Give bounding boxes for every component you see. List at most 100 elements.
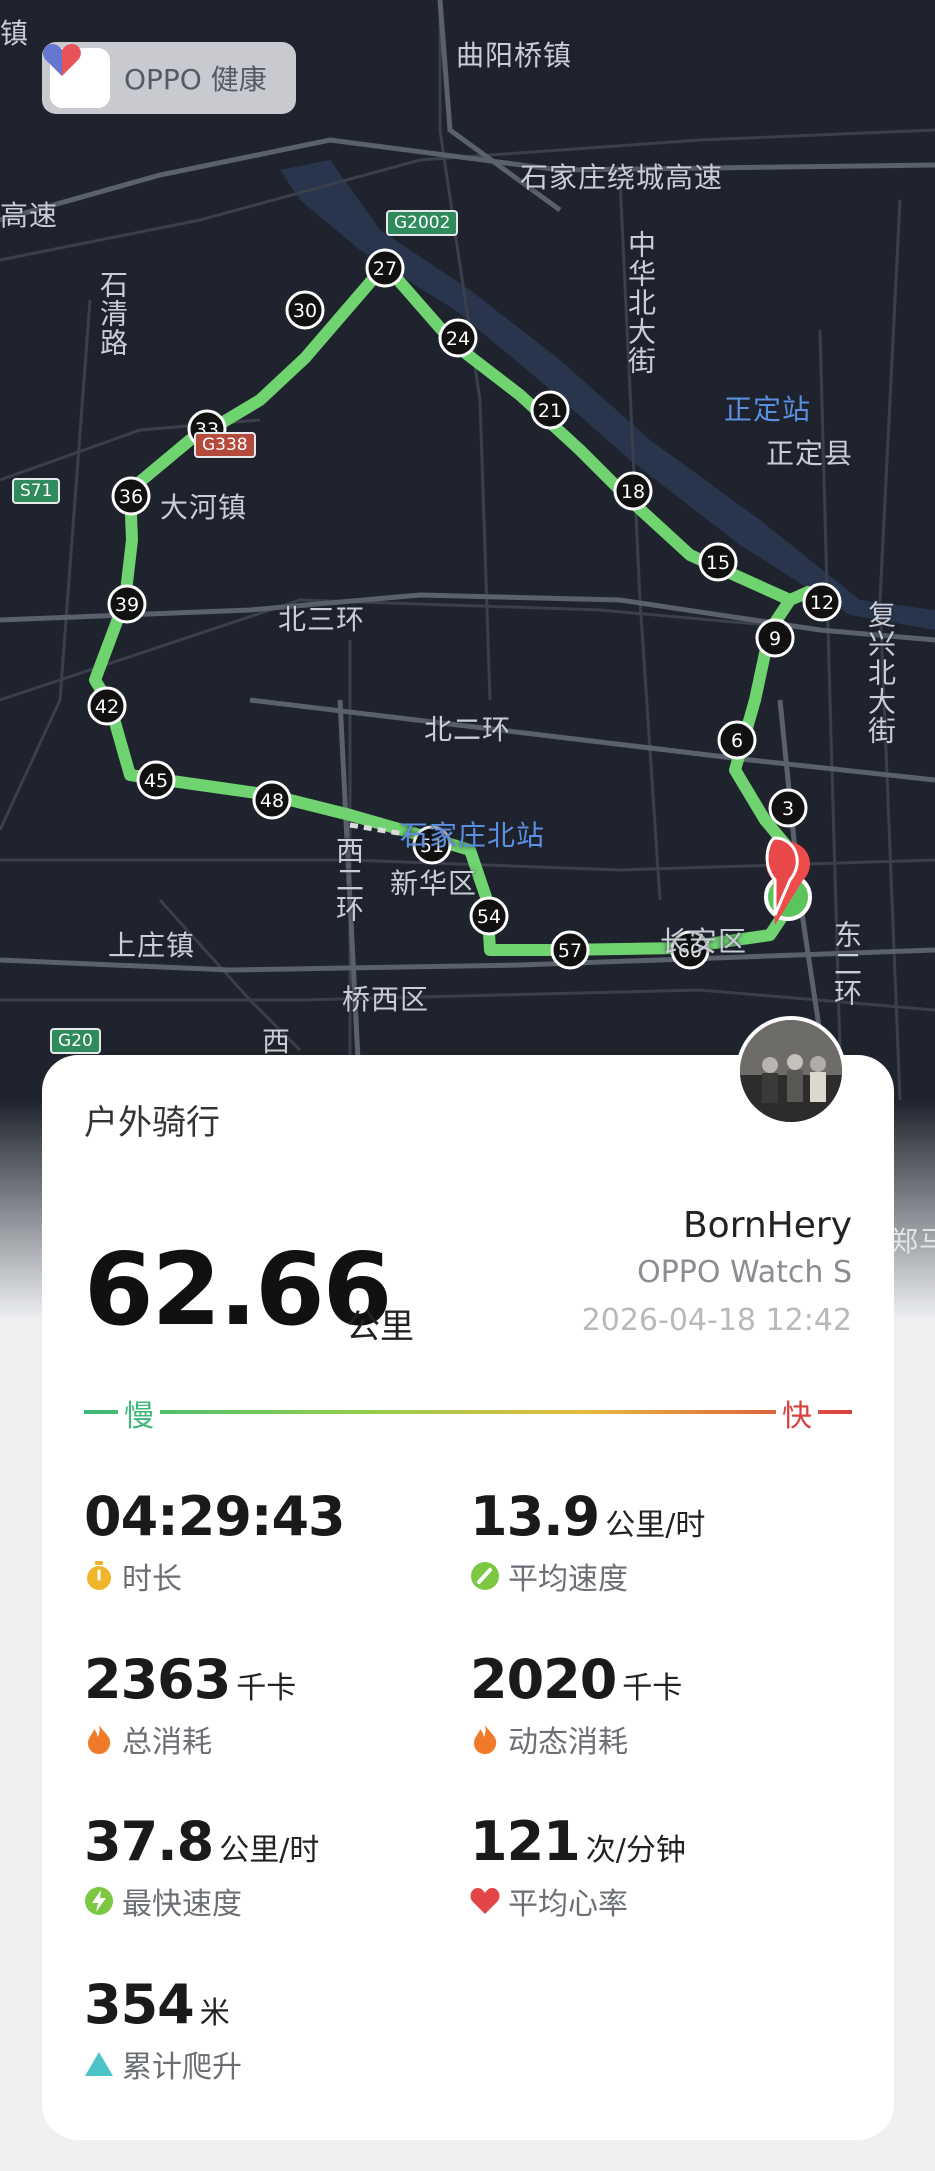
highway-shield: G338	[194, 432, 256, 458]
stat-active-cal: 2020 千卡 动态消耗	[470, 1648, 682, 1761]
svg-text:57: 57	[558, 940, 582, 962]
stat-unit: 千卡	[236, 1671, 297, 1706]
user-avatar[interactable]	[736, 1016, 846, 1126]
svg-text:21: 21	[538, 400, 562, 422]
km-marker: 42	[87, 686, 127, 726]
km-marker: 18	[613, 471, 653, 511]
highway-shield: G2002	[386, 210, 459, 236]
workout-datetime: 2026-04-18 12:42	[581, 1303, 852, 1338]
stat-label: 时长	[122, 1562, 182, 1597]
svg-text:18: 18	[621, 481, 645, 503]
flame-icon	[84, 1724, 114, 1754]
svg-text:15: 15	[706, 552, 730, 574]
stat-avg-speed: 13.9 公里/时 平均速度	[470, 1485, 705, 1598]
stat-max-speed: 37.8 公里/时 最快速度	[84, 1810, 319, 1923]
speed-legend: 慢 快	[84, 1391, 852, 1435]
triangle-icon	[84, 2049, 114, 2079]
stat-duration: 04:29:43 时长	[84, 1485, 351, 1598]
map-label: 曲阳桥镇	[456, 39, 573, 72]
km-marker: 12	[802, 582, 842, 622]
speed-gradient	[84, 1410, 852, 1414]
stat-value: 13.9	[470, 1485, 600, 1548]
fast-label: 快	[776, 1391, 818, 1435]
stat-value: 354	[84, 1973, 195, 2036]
map-label: 上庄镇	[108, 929, 196, 962]
km-marker: 21	[530, 390, 570, 430]
km-marker: 3	[768, 788, 808, 828]
km-marker: 54	[469, 896, 509, 936]
stat-label: 动态消耗	[508, 1725, 628, 1760]
map-label: 复兴北大街	[864, 600, 897, 745]
distance-value: 62.66	[84, 1231, 392, 1348]
svg-text:36: 36	[119, 486, 143, 508]
km-marker: 45	[136, 760, 176, 800]
svg-text:9: 9	[769, 628, 781, 650]
heart-icon	[470, 1886, 500, 1916]
svg-text:30: 30	[293, 300, 317, 322]
stat-avg-hr: 121 次/分钟 平均心率	[470, 1810, 686, 1923]
highway-shield: G20	[50, 1028, 101, 1054]
lightning-icon	[84, 1886, 114, 1916]
stat-ascent: 354 米 累计爬升	[84, 1973, 242, 2086]
km-marker: 30	[285, 290, 325, 330]
svg-text:48: 48	[260, 790, 284, 812]
map-label: 大河镇	[160, 491, 248, 524]
stat-value: 121	[470, 1810, 581, 1873]
map-label: 西二环	[332, 836, 365, 923]
speedometer-icon	[470, 1561, 500, 1591]
distance-unit: 公里	[346, 1307, 414, 1347]
svg-text:42: 42	[95, 696, 119, 718]
map-label: 石清路	[96, 270, 129, 357]
map-label: 中华北大街	[624, 230, 657, 375]
km-marker: 6	[717, 720, 757, 760]
map-label: 新华区	[390, 867, 478, 900]
user-name: BornHery	[682, 1205, 852, 1246]
map-label: 石家庄绕城高速	[520, 161, 724, 194]
device-name: OPPO Watch S	[637, 1255, 852, 1290]
map-label: 石家庄北站	[400, 819, 546, 852]
highway-shield: S71	[12, 478, 61, 504]
map-label: 长安区	[660, 925, 748, 958]
stat-value: 2020	[470, 1648, 617, 1711]
stat-total-cal: 2363 千卡 总消耗	[84, 1648, 296, 1761]
sport-type: 户外骑行	[84, 1103, 220, 1143]
stat-unit: 次/分钟	[585, 1833, 686, 1868]
km-marker: 48	[252, 780, 292, 820]
avatar-photo	[740, 1020, 842, 1122]
km-marker: 9	[755, 618, 795, 658]
stat-unit: 公里/时	[219, 1833, 320, 1868]
map-label: 正定县	[766, 437, 854, 470]
svg-text:27: 27	[373, 258, 397, 280]
workout-card: 户外骑行 62.66 公里 BornHery OPPO Watch S 2026…	[42, 1055, 894, 2140]
map-label: 东二环	[830, 920, 863, 1007]
svg-text:3: 3	[782, 798, 794, 820]
map-label: 西	[262, 1025, 292, 1058]
stat-label: 平均速度	[508, 1562, 628, 1597]
app-badge[interactable]: OPPO 健康	[42, 42, 296, 114]
map-label: 北三环	[278, 603, 366, 636]
svg-text:24: 24	[446, 328, 470, 350]
km-marker: 24	[438, 318, 478, 358]
stat-unit: 千卡	[622, 1671, 683, 1706]
stat-label: 总消耗	[122, 1725, 212, 1760]
map-label: 高速	[0, 199, 59, 232]
stat-value: 04:29:43	[84, 1485, 346, 1548]
km-marker: 57	[550, 930, 590, 970]
svg-text:54: 54	[477, 906, 501, 928]
km-marker: 36	[111, 476, 151, 516]
map-label: 正定站	[724, 393, 812, 426]
km-marker: 15	[698, 542, 738, 582]
map-label: 镇	[0, 17, 30, 50]
slow-label: 慢	[118, 1391, 160, 1435]
stat-value: 2363	[84, 1648, 231, 1711]
svg-text:39: 39	[115, 594, 139, 616]
stat-label: 平均心率	[508, 1887, 628, 1922]
stat-unit: 公里/时	[605, 1508, 706, 1543]
app-name: OPPO 健康	[124, 63, 267, 96]
km-marker: 27	[365, 248, 405, 288]
map-label: 北二环	[424, 713, 512, 746]
km-marker: 39	[107, 584, 147, 624]
stat-value: 37.8	[84, 1810, 214, 1873]
flame-icon	[470, 1724, 500, 1754]
stopwatch-icon	[84, 1561, 114, 1591]
